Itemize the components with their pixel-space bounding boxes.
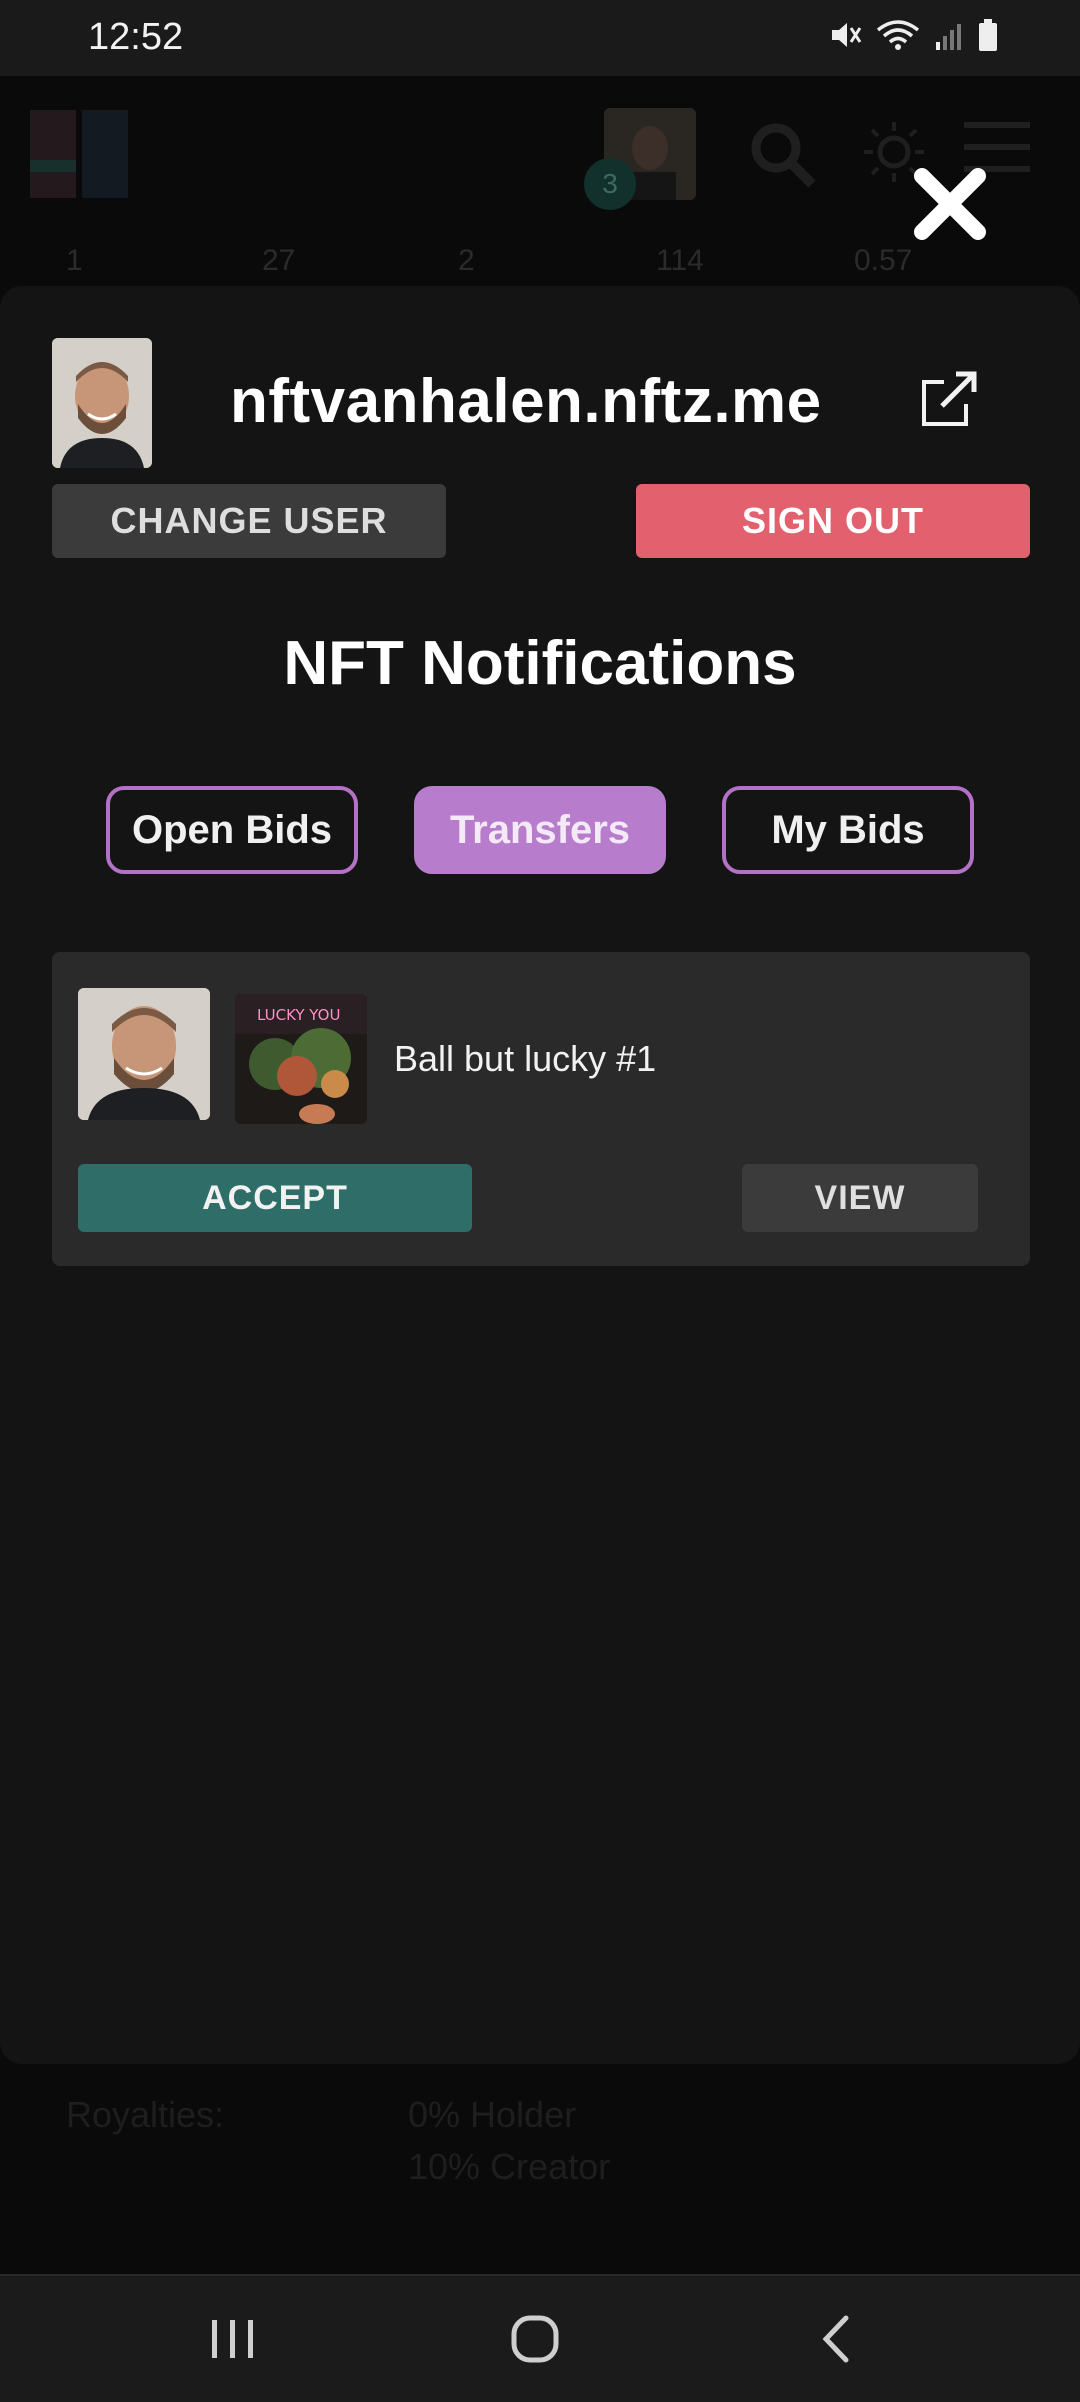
recents-icon[interactable] bbox=[206, 2312, 260, 2366]
sender-avatar bbox=[78, 988, 210, 1120]
mute-icon bbox=[832, 23, 862, 47]
notifications-modal: nftvanhalen.nftz.me CHANGE USER SIGN OUT… bbox=[0, 286, 1080, 2064]
view-button[interactable]: VIEW bbox=[742, 1164, 978, 1232]
external-link-icon[interactable] bbox=[920, 368, 980, 428]
profile-domain: nftvanhalen.nftz.me bbox=[230, 367, 822, 436]
signal-icon bbox=[936, 24, 961, 50]
tab-open-bids[interactable]: Open Bids bbox=[106, 786, 358, 874]
status-clock: 12:52 bbox=[88, 16, 184, 58]
close-icon[interactable] bbox=[906, 160, 994, 248]
search-icon bbox=[751, 123, 816, 188]
royalties-holder: 0% Holder bbox=[408, 2094, 577, 2135]
notification-title: Ball but lucky #1 bbox=[394, 1038, 657, 1079]
royalties-label: Royalties: bbox=[66, 2094, 225, 2135]
status-bar: 12:52 bbox=[0, 0, 1080, 76]
app-logo bbox=[30, 110, 128, 198]
royalties-creator: 10% Creator bbox=[408, 2146, 611, 2187]
section-title: NFT Notifications bbox=[283, 629, 797, 698]
notification-card: LUCKY YOU Ball but lucky #1 ACCEPT VIEW bbox=[52, 952, 1030, 1266]
nft-neon-text: LUCKY YOU bbox=[257, 1006, 340, 1024]
status-icons bbox=[828, 18, 998, 52]
battery-icon bbox=[979, 19, 997, 51]
wifi-icon bbox=[876, 20, 920, 50]
notification-badge: 3 bbox=[584, 158, 636, 210]
tab-my-bids[interactable]: My Bids bbox=[722, 786, 974, 874]
profile-avatar bbox=[52, 338, 152, 468]
nft-thumbnail: LUCKY YOU bbox=[235, 994, 367, 1124]
back-icon[interactable] bbox=[816, 2312, 856, 2366]
home-icon[interactable] bbox=[508, 2312, 564, 2366]
change-user-button[interactable]: CHANGE USER bbox=[52, 484, 446, 558]
sign-out-button[interactable]: SIGN OUT bbox=[636, 484, 1030, 558]
system-nav-bar bbox=[0, 2274, 1080, 2402]
tab-transfers[interactable]: Transfers bbox=[414, 786, 666, 874]
accept-button[interactable]: ACCEPT bbox=[78, 1164, 472, 1232]
